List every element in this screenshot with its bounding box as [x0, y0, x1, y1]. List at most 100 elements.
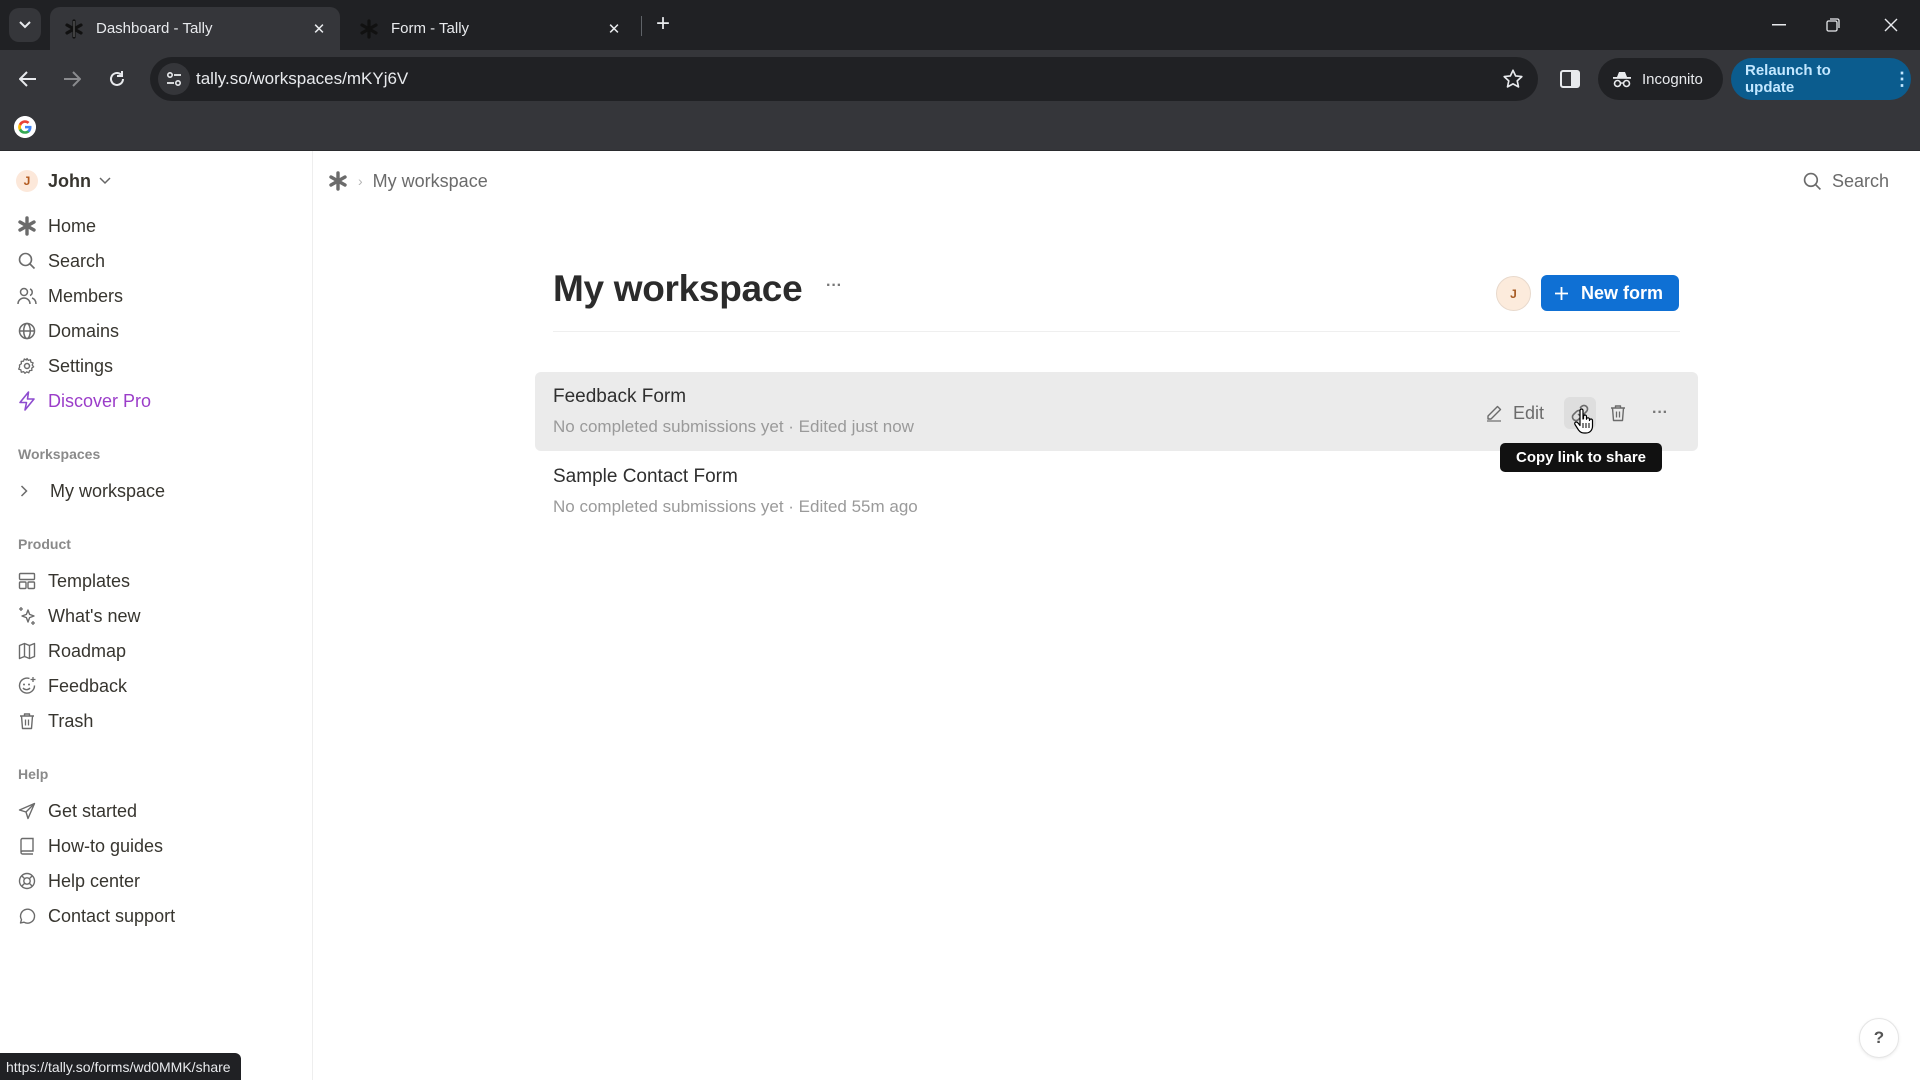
plus-icon [1555, 286, 1568, 300]
sidebar-item-label: Settings [48, 355, 114, 376]
delete-button[interactable] [1602, 397, 1634, 429]
sidebar-item-label: Feedback [48, 675, 128, 696]
edit-label: Edit [1512, 402, 1544, 423]
close-window-button[interactable] [1874, 10, 1908, 40]
map-icon [18, 642, 36, 660]
chat-icon [19, 908, 36, 924]
tally-logo-icon [18, 216, 36, 236]
sidebar-item-domains[interactable]: Domains [16, 316, 296, 346]
form-title[interactable]: Feedback Form [553, 386, 686, 408]
sidebar-item-label: Trash [48, 710, 94, 731]
tally-dashboard: J John Home Search Members Domains Setti… [0, 151, 1920, 1080]
sidebar-item-label: Help center [48, 870, 141, 891]
sidebar-item-label: Get started [48, 800, 138, 821]
sidebar-item-label: Templates [48, 570, 131, 591]
minimize-button[interactable] [1762, 10, 1796, 40]
search-icon [18, 252, 36, 270]
close-tab-icon[interactable]: ✕ [603, 18, 625, 40]
reload-button[interactable] [100, 62, 134, 96]
workspace-label: My workspace [50, 480, 166, 501]
sidebar-item-help-center[interactable]: Help center [16, 866, 296, 896]
sidebar-item-discover-pro[interactable]: Discover Pro [16, 386, 296, 416]
bookmarks-bar [0, 107, 1920, 151]
tally-logo-icon[interactable] [328, 171, 348, 191]
relaunch-to-update-button[interactable]: Relaunch to update ⋮ [1731, 58, 1911, 100]
sidebar-item-label: Domains [48, 320, 120, 341]
sidebar-item-label: Home [48, 215, 97, 236]
sidebar-item-settings[interactable]: Settings [16, 351, 296, 381]
new-form-label: New form [1581, 282, 1664, 303]
sidebar-item-label: How-to guides [48, 835, 164, 856]
help-button[interactable]: ? [1859, 1018, 1899, 1058]
restore-button[interactable] [1816, 10, 1850, 40]
new-tab-button[interactable]: + [650, 10, 676, 37]
sidebar-item-how-to-guides[interactable]: How-to guides [16, 831, 296, 861]
google-icon[interactable] [14, 116, 36, 138]
sidebar-item-label: Contact support [48, 905, 176, 926]
avatar[interactable]: J [1496, 276, 1531, 311]
sidebar-item-trash[interactable]: Trash [16, 706, 296, 736]
help-heading: Help [18, 766, 49, 782]
relaunch-label: Relaunch to update [1745, 62, 1831, 96]
sidebar: J John Home Search Members Domains Setti… [0, 151, 313, 1080]
breadcrumb: › My workspace [328, 165, 488, 197]
product-heading: Product [18, 536, 71, 552]
user-avatar: J [16, 170, 38, 192]
user-name: John [48, 170, 91, 191]
globe-icon [18, 322, 36, 340]
forward-button[interactable] [55, 62, 89, 96]
tab-search-button[interactable] [9, 8, 41, 42]
sidebar-item-templates[interactable]: Templates [16, 566, 296, 596]
form-title[interactable]: Sample Contact Form [553, 466, 738, 488]
incognito-indicator[interactable]: Incognito [1598, 58, 1723, 100]
edit-button[interactable]: Edit [1485, 403, 1544, 424]
send-icon [18, 802, 36, 820]
tab-label: Dashboard - Tally [96, 20, 213, 37]
chevron-right-icon: › [358, 173, 363, 189]
form-row-feedback-form[interactable]: Feedback Form No completed submissions y… [535, 372, 1698, 451]
sidebar-item-label: Search [48, 250, 106, 271]
smiley-icon [18, 677, 36, 694]
sidebar-item-get-started[interactable]: Get started [16, 796, 296, 826]
address-bar[interactable]: tally.so/workspaces/mKYj6V [150, 57, 1538, 101]
search-label: Search [1832, 170, 1890, 191]
sidebar-item-roadmap[interactable]: Roadmap [16, 636, 296, 666]
new-form-button[interactable]: New form [1541, 275, 1679, 311]
more-vertical-icon: ⋮ [1893, 69, 1911, 89]
sidebar-item-contact-support[interactable]: Contact support [16, 901, 296, 931]
site-info-button[interactable] [158, 63, 190, 95]
tab-dashboard[interactable]: Dashboard - Tally ✕ [50, 7, 340, 50]
pencil-icon [1486, 405, 1502, 422]
sidebar-item-label: Roadmap [48, 640, 127, 661]
incognito-label: Incognito [1642, 70, 1703, 88]
sidebar-item-label: Members [48, 285, 124, 306]
gear-icon [18, 357, 35, 374]
sidebar-item-home[interactable]: Home [16, 211, 296, 241]
divider [553, 331, 1680, 332]
sidebar-item-members[interactable]: Members [16, 281, 296, 311]
side-panel-icon[interactable] [1558, 67, 1582, 91]
chevron-right-icon[interactable] [20, 485, 28, 497]
hand-cursor-icon [1574, 408, 1594, 434]
search-button[interactable]: Search [1803, 165, 1889, 197]
incognito-icon [1613, 72, 1631, 88]
workspace-more-button[interactable]: ··· [824, 277, 844, 294]
tally-favicon-icon [360, 18, 378, 39]
sidebar-item-feedback[interactable]: Feedback [16, 671, 296, 701]
bookmark-star-icon[interactable] [1502, 68, 1524, 90]
book-icon [20, 837, 34, 855]
user-menu-button[interactable]: J John [16, 165, 111, 197]
tab-form[interactable]: Form - Tally ✕ [345, 7, 635, 50]
sidebar-item-whats-new[interactable]: What's new [16, 601, 296, 631]
lifebuoy-icon [18, 872, 36, 890]
sparkles-icon [19, 607, 35, 625]
sidebar-workspace-my-workspace[interactable]: My workspace [20, 476, 165, 506]
sidebar-item-search[interactable]: Search [16, 246, 296, 276]
more-options-button[interactable]: ··· [1644, 397, 1676, 429]
breadcrumb-item[interactable]: My workspace [373, 171, 488, 192]
search-icon [1803, 172, 1822, 190]
close-tab-icon[interactable]: ✕ [308, 18, 330, 40]
form-meta: No completed submissions yet · Edited ju… [553, 417, 914, 436]
workspaces-heading: Workspaces [18, 446, 101, 462]
back-button[interactable] [11, 62, 45, 96]
